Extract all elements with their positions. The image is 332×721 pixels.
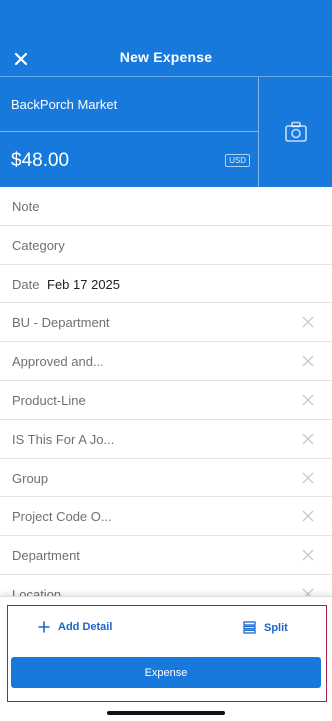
- clear-icon[interactable]: [302, 472, 314, 484]
- clear-icon[interactable]: [302, 316, 314, 328]
- page-title: New Expense: [119, 49, 213, 65]
- field-row[interactable]: Project Code O...: [0, 497, 332, 537]
- field-row[interactable]: Approved and...: [0, 342, 332, 381]
- field-label: IS This For A Jo...: [12, 431, 115, 447]
- field-row[interactable]: Product-Line: [0, 381, 332, 420]
- amount-value: $48.00: [11, 150, 70, 171]
- field-row[interactable]: Note: [0, 187, 332, 226]
- attach-receipt-button[interactable]: [258, 76, 332, 187]
- merchant-name: BackPorch Market: [11, 97, 118, 112]
- expense-header: New Expense BackPorch Market $48.00 USD: [0, 0, 332, 187]
- footer-action-bar: Add Detail Split Expense: [0, 596, 332, 721]
- clear-icon[interactable]: [302, 394, 314, 406]
- home-indicator: [107, 711, 225, 715]
- plus-icon: [38, 621, 50, 633]
- field-value: Feb 17 2025: [47, 276, 121, 292]
- split-button[interactable]: Split: [243, 621, 288, 634]
- field-label: Project Code O...: [12, 509, 112, 525]
- field-row[interactable]: Date Feb 17 2025: [0, 265, 332, 304]
- clear-icon[interactable]: [302, 510, 314, 522]
- currency-badge[interactable]: USD: [225, 154, 250, 167]
- field-label: Product-Line: [12, 392, 86, 408]
- field-label: Department: [12, 548, 80, 564]
- field-label: Approved and...: [12, 354, 104, 370]
- split-label: Split: [264, 621, 288, 634]
- clear-icon[interactable]: [302, 355, 314, 367]
- field-row[interactable]: BU - Department: [0, 303, 332, 343]
- field-label: BU - Department: [12, 315, 110, 331]
- field-label: Group: [12, 470, 49, 486]
- merchant-field[interactable]: BackPorch Market: [0, 76, 258, 131]
- clear-icon[interactable]: [302, 433, 314, 445]
- field-row[interactable]: Group: [0, 459, 332, 498]
- field-label: Category: [12, 237, 65, 253]
- field-label: Date: [12, 276, 40, 292]
- amount-field[interactable]: $48.00 USD: [0, 131, 258, 187]
- add-detail-button[interactable]: Add Detail: [38, 621, 112, 633]
- field-row[interactable]: Category: [0, 226, 332, 265]
- field-label: Note: [12, 199, 40, 214]
- expense-button[interactable]: Expense: [11, 657, 321, 688]
- top-bar: New Expense: [0, 40, 332, 80]
- clear-icon[interactable]: [302, 549, 314, 561]
- camera-icon: [284, 121, 307, 142]
- field-row[interactable]: IS This For A Jo...: [0, 420, 332, 459]
- add-detail-label: Add Detail: [58, 621, 113, 633]
- field-row[interactable]: Department: [0, 536, 332, 575]
- expense-fields-list: Note Category Date Feb 17 2025 BU - Departme…: [0, 187, 332, 614]
- split-icon: [243, 621, 256, 634]
